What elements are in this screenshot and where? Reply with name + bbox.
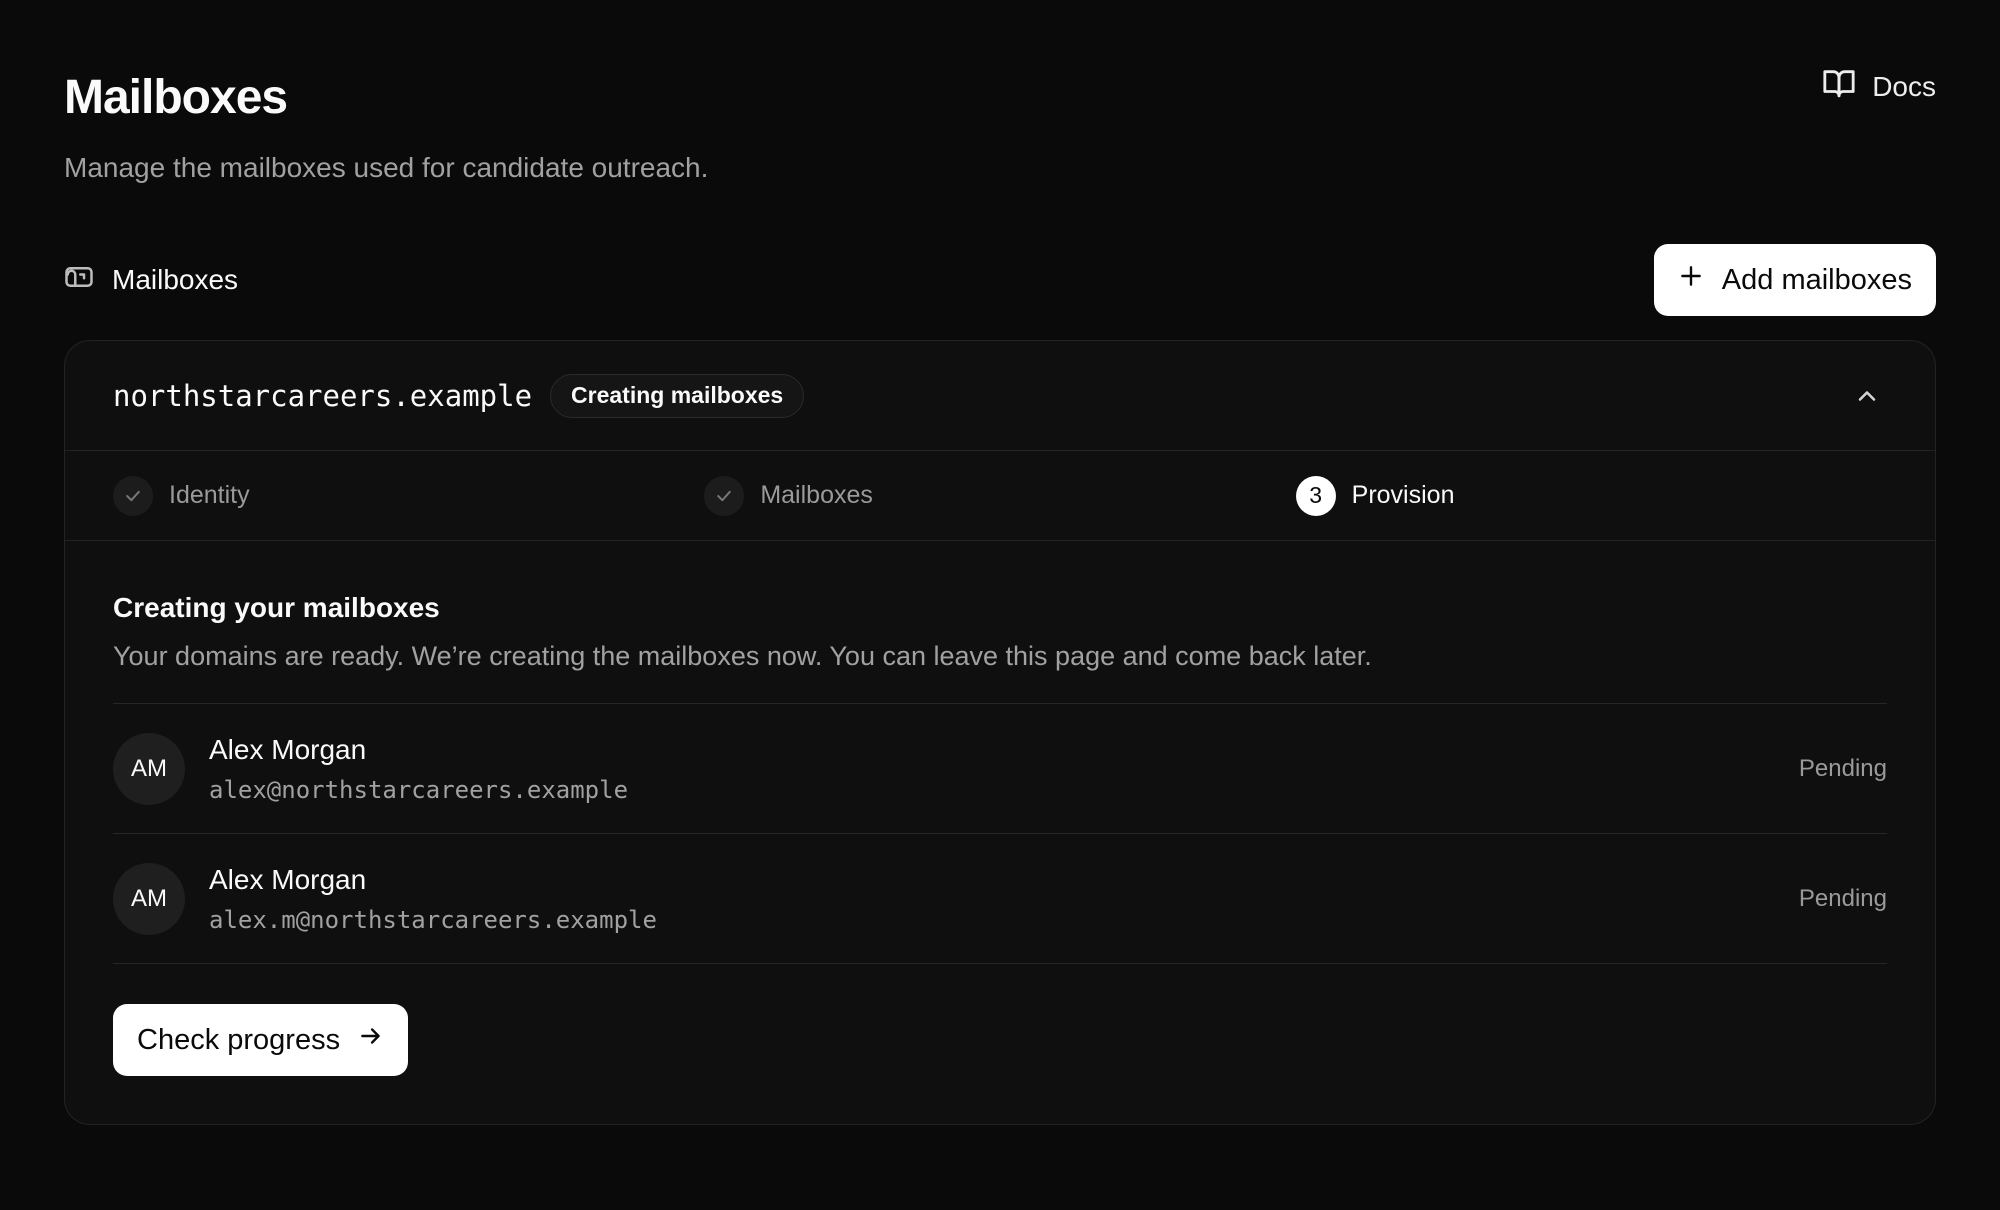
arrow-right-icon	[358, 1023, 384, 1057]
step-mailboxes: Mailboxes	[704, 475, 1295, 516]
mailbox-name: Alex Morgan	[209, 863, 367, 895]
domain-name: northstarcareers.example	[113, 378, 533, 413]
step-identity: Identity	[113, 475, 704, 516]
list-item: AM Alex Morgan alex@northstarcareers.exa…	[113, 704, 1887, 834]
page: Mailboxes Manage the mailboxes used for …	[0, 0, 2000, 1210]
docs-label: Docs	[1872, 70, 1936, 102]
step-label: Provision	[1351, 481, 1455, 509]
avatar: AM	[113, 862, 185, 935]
chevron-up-icon[interactable]	[1847, 376, 1887, 416]
step-provision: 3 Provision	[1295, 475, 1887, 516]
panel-title: Creating your mailboxes	[113, 592, 440, 623]
step-label: Identity	[169, 481, 250, 509]
step-number: 3	[1295, 475, 1336, 516]
plus-icon	[1678, 263, 1704, 297]
check-progress-button[interactable]: Check progress	[113, 1004, 409, 1076]
section-title: Mailboxes	[112, 264, 239, 295]
mailbox-email: alex@northstarcareers.example	[209, 775, 629, 804]
status-badge: Creating mailboxes	[550, 373, 805, 418]
avatar: AM	[113, 732, 185, 805]
provision-panel: Creating your mailboxes Your domains are…	[65, 541, 1935, 1124]
mailbox-info: Alex Morgan alex.m@northstarcareers.exam…	[209, 863, 657, 935]
page-subtitle: Manage the mailboxes used for candidate …	[64, 152, 709, 183]
add-mailboxes-label: Add mailboxes	[1721, 263, 1912, 296]
domain-card-header[interactable]: northstarcareers.example Creating mailbo…	[65, 341, 1935, 451]
page-header: Mailboxes Manage the mailboxes used for …	[64, 0, 1936, 186]
mailboxes-section-header: Mailboxes Add mailboxes	[64, 244, 1936, 316]
panel-description: Your domains are ready. We’re creating t…	[113, 641, 1372, 671]
mailbox-name: Alex Morgan	[209, 733, 367, 765]
add-mailboxes-button[interactable]: Add mailboxes	[1653, 244, 1936, 316]
stepper: Identity Mailboxes 3 Provision	[65, 451, 1935, 541]
step-label: Mailboxes	[760, 481, 873, 509]
check-progress-label: Check progress	[137, 1023, 341, 1056]
mailbox-status: Pending	[1798, 754, 1887, 782]
section-label: Mailboxes	[64, 262, 238, 299]
page-title: Mailboxes	[64, 71, 288, 124]
mailbox-list: AM Alex Morgan alex@northstarcareers.exa…	[113, 703, 1887, 964]
docs-link[interactable]: Docs	[1822, 66, 1936, 107]
mailbox-icon	[64, 262, 94, 299]
mailbox-email: alex.m@northstarcareers.example	[209, 905, 657, 934]
check-icon	[704, 475, 745, 516]
list-item: AM Alex Morgan alex.m@northstarcareers.e…	[113, 834, 1887, 964]
domain-card: northstarcareers.example Creating mailbo…	[64, 340, 1936, 1125]
check-icon	[113, 475, 153, 516]
book-open-icon	[1822, 66, 1856, 107]
mailbox-status: Pending	[1798, 884, 1887, 912]
mailbox-info: Alex Morgan alex@northstarcareers.exampl…	[209, 733, 628, 805]
